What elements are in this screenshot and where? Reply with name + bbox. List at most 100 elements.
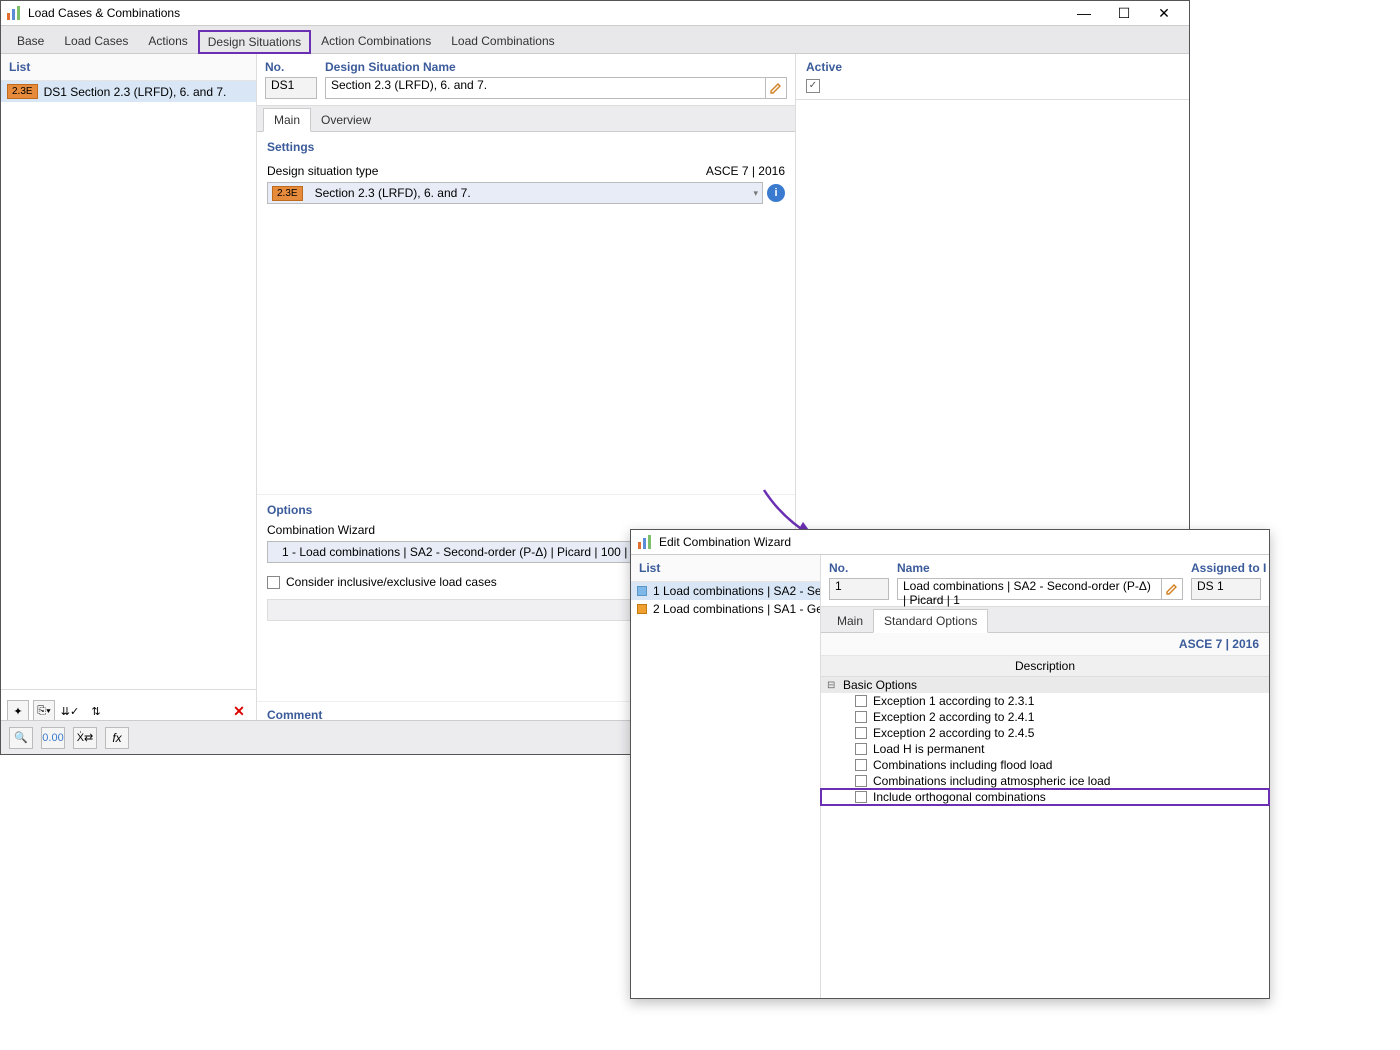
color-swatch-orange [637, 604, 647, 614]
settings-title: Settings [257, 132, 795, 158]
no-field[interactable]: DS1 [265, 77, 317, 99]
tree-option[interactable]: Include orthogonal combinations [821, 789, 1269, 805]
tree-option[interactable]: Exception 1 according to 2.3.1 [821, 693, 1269, 709]
window-title: Load Cases & Combinations [28, 6, 1064, 20]
tab-design-situations[interactable]: Design Situations [198, 30, 311, 54]
popup-tab-main[interactable]: Main [827, 610, 873, 632]
popup-no-field[interactable]: 1 [829, 578, 889, 600]
active-section: Active ✓ [796, 54, 1189, 100]
popup-detail-panel: No. 1 Name Load combinations | SA2 - Sec… [821, 555, 1269, 998]
list-header: List [1, 54, 256, 81]
popup-name-edit-icon[interactable] [1161, 578, 1183, 600]
option-label: Exception 2 according to 2.4.1 [873, 710, 1034, 724]
popup-tab-standard-options[interactable]: Standard Options [873, 609, 988, 633]
popup-list-item-1[interactable]: 1 Load combinations | SA2 - Second-or [631, 582, 820, 600]
sub-tab-main[interactable]: Main [263, 108, 311, 132]
option-checkbox[interactable] [855, 791, 867, 803]
new-item-button[interactable]: ✦ [7, 700, 29, 722]
tree-option[interactable]: Combinations including atmospheric ice l… [821, 773, 1269, 789]
edit-wizard-window: Edit Combination Wizard List 1 Load comb… [630, 529, 1270, 999]
tree-option[interactable]: Load H is permanent [821, 741, 1269, 757]
close-button[interactable]: ✕ [1144, 1, 1184, 26]
popup-list-header: List [631, 555, 820, 582]
option-checkbox[interactable] [855, 743, 867, 755]
chevron-down-icon: ▾ [753, 188, 758, 199]
popup-standard-header: ASCE 7 | 2016 [821, 633, 1269, 656]
option-checkbox[interactable] [855, 695, 867, 707]
option-label: Load H is permanent [873, 742, 984, 756]
tree-option[interactable]: Exception 2 according to 2.4.5 [821, 725, 1269, 741]
popup-no-label: No. [829, 561, 889, 575]
design-type-label: Design situation type [267, 164, 378, 178]
no-label: No. [265, 60, 317, 74]
option-label: Exception 1 according to 2.3.1 [873, 694, 1034, 708]
footer-fx-button[interactable]: fx [105, 727, 129, 749]
popup-header-row: No. 1 Name Load combinations | SA2 - Sec… [821, 555, 1269, 607]
list-item[interactable]: 2.3E DS1 Section 2.3 (LRFD), 6. and 7. [1, 81, 256, 102]
minimize-button[interactable]: — [1064, 1, 1104, 26]
design-type-select-row: 2.3E Section 2.3 (LRFD), 6. and 7. ▾ i [267, 182, 785, 204]
titlebar: Load Cases & Combinations — ☐ ✕ [1, 1, 1189, 26]
item-text: DS1 Section 2.3 (LRFD), 6. and 7. [44, 85, 227, 99]
popup-titlebar: Edit Combination Wizard [631, 530, 1269, 555]
maximize-button[interactable]: ☐ [1104, 1, 1144, 26]
options-title: Options [257, 495, 795, 521]
footer-units-button[interactable]: 0.00 [41, 727, 65, 749]
option-label: Exception 2 according to 2.4.5 [873, 726, 1034, 740]
popup-name-field[interactable]: Load combinations | SA2 - Second-order (… [897, 578, 1162, 600]
tab-load-cases[interactable]: Load Cases [54, 29, 138, 53]
app-icon [6, 5, 22, 21]
detail-header: No. DS1 Design Situation Name Section 2.… [257, 54, 795, 106]
settings-body: Design situation type ASCE 7 | 2016 2.3E… [257, 158, 795, 214]
tab-load-combinations[interactable]: Load Combinations [441, 29, 564, 53]
option-checkbox[interactable] [855, 759, 867, 771]
sort-asc-button[interactable]: ⇊✓ [59, 700, 81, 722]
tree-option[interactable]: Exception 2 according to 2.4.1 [821, 709, 1269, 725]
popup-item-text: 2 Load combinations | SA1 - Geometric [653, 602, 820, 616]
info-icon[interactable]: i [767, 184, 785, 202]
delete-button[interactable]: ✕ [228, 700, 250, 722]
popup-content: List 1 Load combinations | SA2 - Second-… [631, 555, 1269, 998]
app-icon [637, 534, 653, 550]
option-checkbox[interactable] [855, 711, 867, 723]
popup-desc-header: Description [821, 656, 1269, 677]
design-type-tag: 2.3E [272, 186, 303, 201]
item-tag: 2.3E [7, 84, 38, 99]
option-label: Combinations including flood load [873, 758, 1052, 772]
option-checkbox[interactable] [855, 727, 867, 739]
footer-vars-button[interactable]: Ẋ⇄ [73, 727, 97, 749]
option-label: Include orthogonal combinations [873, 790, 1046, 804]
tree-group-basic[interactable]: ⊟ Basic Options [821, 677, 1269, 693]
standard-text: ASCE 7 | 2016 [706, 164, 785, 178]
popup-list-item-2[interactable]: 2 Load combinations | SA1 - Geometric [631, 600, 820, 618]
sort-desc-button[interactable]: ⇅ [85, 700, 107, 722]
popup-assigned-field[interactable]: DS 1 [1191, 578, 1261, 600]
active-checkbox[interactable]: ✓ [806, 79, 820, 93]
design-type-value: Section 2.3 (LRFD), 6. and 7. [315, 186, 471, 200]
name-field[interactable]: Section 2.3 (LRFD), 6. and 7. [325, 77, 766, 99]
main-tabs: Base Load Cases Actions Design Situation… [1, 26, 1189, 54]
option-checkbox[interactable] [855, 775, 867, 787]
popup-assigned-label: Assigned to I [1191, 561, 1261, 575]
list-panel: List 2.3E DS1 Section 2.3 (LRFD), 6. and… [1, 54, 257, 754]
consider-checkbox[interactable] [267, 576, 280, 589]
design-type-row: Design situation type ASCE 7 | 2016 [267, 162, 785, 180]
active-label: Active [806, 60, 1179, 74]
footer-search-button[interactable]: 🔍 [9, 727, 33, 749]
window-controls: — ☐ ✕ [1064, 1, 1184, 26]
tab-base[interactable]: Base [7, 29, 54, 53]
name-column: Design Situation Name Section 2.3 (LRFD)… [325, 60, 787, 99]
popup-title: Edit Combination Wizard [659, 535, 791, 549]
tree-options: Exception 1 according to 2.3.1 Exception … [821, 693, 1269, 805]
name-edit-icon[interactable] [765, 77, 787, 99]
tab-actions[interactable]: Actions [138, 29, 197, 53]
no-column: No. DS1 [265, 60, 317, 99]
collapse-icon: ⊟ [827, 680, 839, 691]
tab-action-combinations[interactable]: Action Combinations [311, 29, 441, 53]
consider-label: Consider inclusive/exclusive load cases [286, 575, 497, 589]
copy-button[interactable]: ⎘▾ [33, 700, 55, 722]
sub-tab-overview[interactable]: Overview [311, 109, 381, 131]
tree-option[interactable]: Combinations including flood load [821, 757, 1269, 773]
design-type-select[interactable]: 2.3E Section 2.3 (LRFD), 6. and 7. ▾ [267, 182, 763, 204]
option-label: Combinations including atmospheric ice l… [873, 774, 1110, 788]
